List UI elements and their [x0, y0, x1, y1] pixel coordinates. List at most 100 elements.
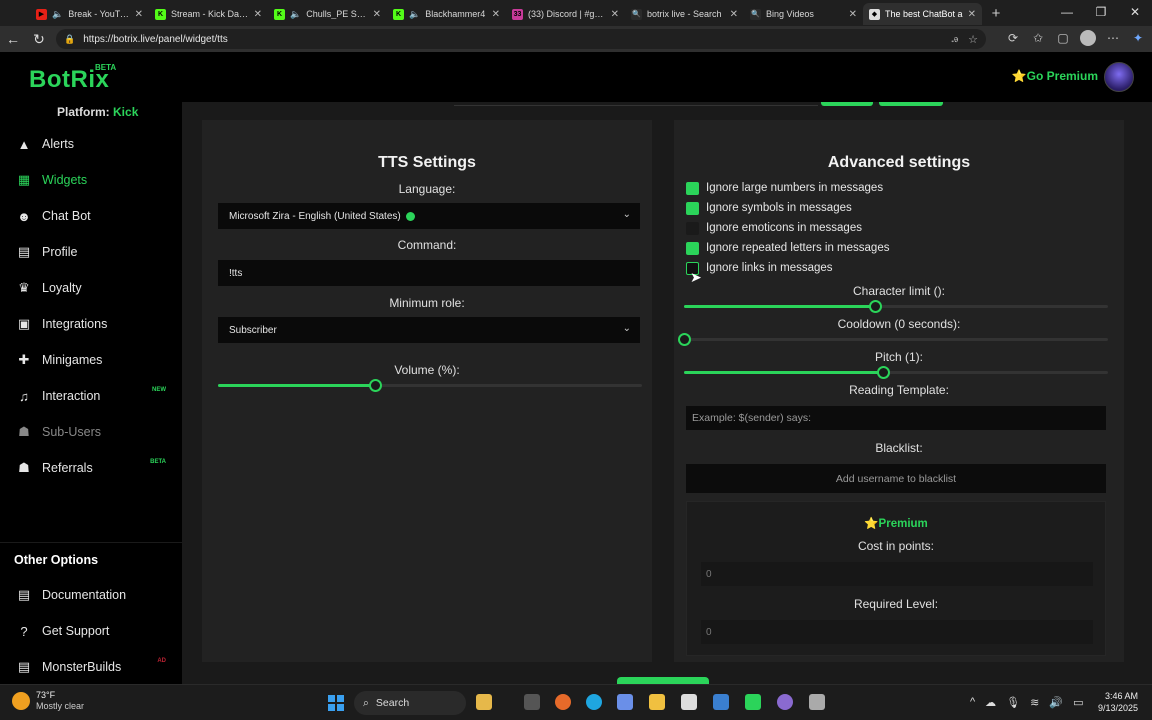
back-button[interactable]: ←: [0, 31, 26, 47]
obs-app-icon[interactable]: [745, 694, 761, 710]
cost-in-points-value: 0: [706, 568, 712, 580]
close-tab-icon[interactable]: ✕: [849, 9, 857, 20]
top-button-partial-2[interactable]: [879, 102, 943, 106]
minimum-role-select[interactable]: Subscriber ⌄: [218, 317, 640, 343]
user-avatar[interactable]: [1104, 62, 1134, 92]
slider-fill: [684, 371, 884, 374]
favorite-star-icon[interactable]: ☆: [968, 33, 978, 46]
new-tab-button[interactable]: +: [986, 5, 1006, 22]
discord-icon[interactable]: [777, 694, 793, 710]
sidebar-item-minigames[interactable]: ✚ Minigames: [16, 349, 176, 371]
character-limit-slider[interactable]: [684, 300, 1108, 313]
close-tab-icon[interactable]: ✕: [135, 9, 143, 20]
url-field[interactable]: 🔒 https://botrix.live/panel/widget/tts ꭿ…: [56, 29, 986, 49]
browser-tab[interactable]: 🔍 botrix live - Search ✕: [625, 3, 744, 25]
sidebar-item-get-support[interactable]: ? Get Support: [16, 620, 176, 642]
sidebar-item-referrals[interactable]: ☗ Referrals BETA: [16, 457, 176, 479]
profile-avatar[interactable]: [1080, 30, 1096, 46]
ignore-option-row[interactable]: Ignore repeated letters in messages: [686, 240, 889, 256]
sidebar-item-interaction[interactable]: ♫ Interaction NEW: [16, 385, 176, 407]
top-input-partial[interactable]: [454, 102, 818, 106]
widgets-app-icon[interactable]: [476, 694, 492, 710]
go-premium-button[interactable]: ⭐Go Premium: [1012, 69, 1098, 83]
sidebar-item-widgets[interactable]: ▦ Widgets: [16, 169, 176, 191]
sidebar-item-monsterbuilds[interactable]: ▤ MonsterBuilds AD: [16, 656, 176, 678]
close-tab-icon[interactable]: ✕: [254, 9, 262, 20]
browser-tab[interactable]: K 🔈 Chulls_PE Stream ✕: [268, 3, 387, 25]
taskbar-search[interactable]: ⌕ Search: [354, 691, 466, 715]
blacklist-input[interactable]: Add username to blacklist: [685, 463, 1107, 494]
close-tab-icon[interactable]: ✕: [373, 9, 381, 20]
copilot-app-icon[interactable]: [617, 694, 633, 710]
cost-in-points-input[interactable]: 0: [701, 562, 1093, 586]
cooldown-slider[interactable]: [678, 333, 1108, 346]
sidebar-item-alerts[interactable]: ▲ Alerts: [16, 133, 176, 155]
close-tab-icon[interactable]: ✕: [492, 9, 500, 20]
slider-thumb[interactable]: [678, 333, 691, 346]
edge-icon[interactable]: [586, 694, 602, 710]
close-window-button[interactable]: ✕: [1118, 0, 1152, 26]
sync-icon[interactable]: ⟳: [1005, 31, 1021, 45]
store-icon[interactable]: [681, 694, 697, 710]
app-icon[interactable]: [809, 694, 825, 710]
browser-tab[interactable]: 33 (33) Discord | #general ✕: [506, 3, 625, 25]
sidebar-item-integrations[interactable]: ▣ Integrations: [16, 313, 176, 335]
browser-tab[interactable]: ▶ 🔈 Break - YouTube ✕: [30, 3, 149, 25]
windows-start-button[interactable]: [328, 695, 344, 711]
slider-thumb[interactable]: [868, 300, 882, 313]
menu-dots-icon[interactable]: ⋯: [1105, 31, 1121, 45]
required-level-input[interactable]: 0: [701, 620, 1093, 644]
slider-thumb[interactable]: [368, 379, 382, 392]
sidebar-item-loyalty[interactable]: ♛ Loyalty: [16, 277, 176, 299]
browser-tab[interactable]: K 🔈 Blackhammer4 ✕: [387, 3, 506, 25]
top-button-partial-1[interactable]: [821, 102, 873, 106]
copilot-icon[interactable]: ✦: [1130, 31, 1146, 45]
read-aloud-icon[interactable]: ꭿ: [951, 33, 958, 46]
ignore-option-row[interactable]: Ignore links in messages: [686, 260, 833, 276]
wifi-icon[interactable]: ≋: [1030, 696, 1039, 709]
minimize-button[interactable]: —: [1050, 0, 1084, 26]
photos-icon[interactable]: [713, 694, 729, 710]
maximize-button[interactable]: ❐: [1084, 0, 1118, 26]
reading-template-input[interactable]: Example: $(sender) says:: [685, 405, 1107, 431]
language-select[interactable]: Microsoft Zira - English (United States)…: [218, 203, 640, 229]
firefox-icon[interactable]: [555, 694, 571, 710]
file-explorer-icon[interactable]: [649, 694, 665, 710]
browser-tab[interactable]: 🔍 Bing Videos ✕: [744, 3, 863, 25]
system-clock[interactable]: 3:46 AM 9/13/2025: [1098, 690, 1138, 714]
sidebar-item-sub-users[interactable]: ☗ Sub-Users: [16, 421, 176, 443]
sidebar-item-documentation[interactable]: ▤ Documentation: [16, 584, 176, 606]
collections-icon[interactable]: ▢: [1055, 31, 1071, 45]
task-view-icon[interactable]: [524, 694, 540, 710]
microphone-icon[interactable]: 🎙: [1006, 696, 1020, 709]
ignore-option-row[interactable]: Ignore emoticons in messages: [686, 220, 862, 236]
speaker-icon[interactable]: 🔈: [290, 9, 301, 20]
slider-thumb[interactable]: [877, 366, 891, 379]
favorites-icon[interactable]: ✩: [1030, 31, 1046, 45]
sidebar-item-chat-bot[interactable]: ☻ Chat Bot: [16, 205, 176, 227]
battery-icon[interactable]: ▭: [1073, 696, 1083, 709]
browser-tab[interactable]: ◆ The best ChatBot a ✕: [863, 3, 982, 25]
refresh-button[interactable]: ↻: [26, 31, 52, 48]
show-hidden-icons-icon[interactable]: ^: [970, 696, 975, 709]
close-tab-icon[interactable]: ✕: [611, 9, 619, 20]
sidebar-item-profile[interactable]: ▤ Profile: [16, 241, 176, 263]
ignore-option-row[interactable]: Ignore symbols in messages: [686, 200, 852, 216]
pitch-slider[interactable]: [684, 366, 1108, 379]
ignore-option-row[interactable]: Ignore large numbers in messages: [686, 180, 883, 196]
close-tab-icon[interactable]: ✕: [730, 9, 738, 20]
checkbox[interactable]: [686, 221, 699, 235]
browser-tab[interactable]: K Stream - Kick Dashboard ✕: [149, 3, 268, 25]
close-tab-icon[interactable]: ✕: [968, 9, 976, 20]
checkbox[interactable]: [686, 201, 699, 215]
speaker-icon[interactable]: 🔈: [409, 9, 420, 20]
volume-icon[interactable]: 🔊: [1049, 696, 1063, 709]
weather-widget[interactable]: 73°F Mostly clear: [12, 690, 84, 712]
speaker-icon[interactable]: 🔈: [52, 9, 63, 20]
checkbox[interactable]: [686, 181, 699, 195]
checkbox[interactable]: [686, 241, 699, 255]
command-input[interactable]: !tts: [218, 260, 640, 286]
save-button-partial[interactable]: [617, 677, 709, 684]
weather-tray-icon[interactable]: ☁: [985, 696, 996, 709]
volume-slider[interactable]: [218, 379, 642, 392]
